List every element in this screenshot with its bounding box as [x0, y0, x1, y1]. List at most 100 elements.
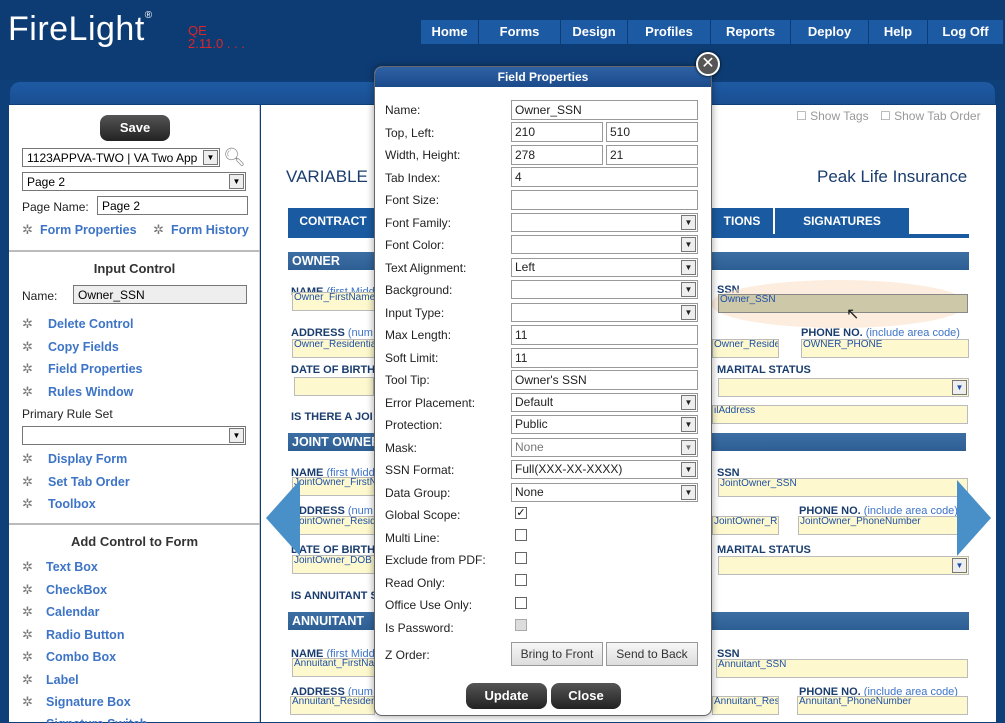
- add-checkbox[interactable]: CheckBox: [46, 583, 107, 597]
- page-name-input[interactable]: Page 2: [97, 196, 248, 215]
- owner-address-field[interactable]: Owner_Residentia: [292, 339, 375, 358]
- name-input[interactable]: Owner_SSN: [511, 100, 698, 120]
- tab-index-input[interactable]: 4: [511, 167, 698, 187]
- font-family-label: Font Family:: [385, 216, 452, 230]
- display-form-link[interactable]: Display Form: [48, 452, 127, 466]
- text-alignment-select[interactable]: Left ▼: [511, 258, 698, 277]
- previous-page-arrow-icon[interactable]: [266, 480, 300, 556]
- nav-design[interactable]: Design: [560, 20, 627, 44]
- page-select[interactable]: Page 2 ▼: [22, 172, 246, 191]
- add-signature-box[interactable]: Signature Box: [46, 695, 131, 709]
- mouse-cursor-icon: ↖: [846, 306, 860, 323]
- joint-dob-field[interactable]: JointOwner_DOB: [292, 555, 375, 574]
- mask-select[interactable]: None ▼: [511, 438, 698, 457]
- annuitant-ssn-field[interactable]: Annuitant_SSN: [716, 659, 968, 678]
- add-radio-button[interactable]: Radio Button: [46, 628, 124, 642]
- add-combo-box[interactable]: Combo Box: [46, 650, 116, 664]
- nav-home[interactable]: Home: [420, 20, 478, 44]
- nav-help[interactable]: Help: [868, 20, 927, 44]
- global-scope-checkbox[interactable]: ✓: [515, 507, 527, 519]
- annuitant-address-field-2[interactable]: Annuitant_Res: [712, 696, 779, 715]
- nav-deploy[interactable]: Deploy: [790, 20, 868, 44]
- annuitant-address-field[interactable]: Annuitant_Residen: [290, 696, 375, 715]
- nav-logoff[interactable]: Log Off: [927, 20, 1003, 44]
- send-to-back-button[interactable]: Send to Back: [606, 642, 698, 666]
- search-icon[interactable]: 🔍︎: [223, 147, 246, 168]
- error-placement-select[interactable]: Default ▼: [511, 393, 698, 412]
- nav-forms[interactable]: Forms: [478, 20, 560, 44]
- joint-phone-field[interactable]: JointOwner_PhoneNumber: [798, 516, 968, 535]
- owner-address-field-2[interactable]: Owner_Reside: [712, 339, 779, 358]
- max-length-input[interactable]: 11: [511, 325, 698, 345]
- next-page-arrow-icon[interactable]: [957, 480, 991, 556]
- joint-marital-label: MARITAL STATUS: [717, 544, 811, 556]
- save-button[interactable]: Save: [100, 115, 170, 141]
- joint-firstname-field[interactable]: JointOwner_FirstN: [292, 477, 375, 496]
- gear-icon: ✲: [22, 559, 33, 574]
- form-properties-link[interactable]: Form Properties: [40, 223, 137, 237]
- form-history-link[interactable]: Form History: [171, 223, 249, 237]
- font-family-select[interactable]: ▼: [511, 213, 698, 232]
- bring-to-front-button[interactable]: Bring to Front: [511, 642, 603, 666]
- nav-profiles[interactable]: Profiles: [627, 20, 710, 44]
- update-button[interactable]: Update: [466, 683, 547, 709]
- joint-marital-select[interactable]: ▼: [718, 556, 969, 575]
- annuitant-firstname-field[interactable]: Annuitant_FirstNa: [292, 658, 375, 677]
- rules-window-link[interactable]: Rules Window: [48, 385, 133, 399]
- owner-email-field[interactable]: ilAddress: [712, 405, 968, 424]
- copy-fields-link[interactable]: Copy Fields: [48, 340, 119, 354]
- background-select[interactable]: ▼: [511, 280, 698, 299]
- soft-limit-input[interactable]: 11: [511, 348, 698, 368]
- exclude-pdf-checkbox[interactable]: [515, 552, 527, 564]
- joint-is-annuitant-label: IS ANNUITANT S: [291, 590, 378, 602]
- add-signature-switch[interactable]: Signature Switch: [46, 717, 147, 723]
- error-placement-label: Error Placement:: [385, 396, 476, 410]
- show-tags-checkbox[interactable]: ☐ Show Tags: [796, 109, 869, 123]
- field-properties-link[interactable]: Field Properties: [48, 362, 142, 376]
- gear-icon: ✲: [22, 339, 33, 354]
- top-input[interactable]: 210: [511, 122, 603, 142]
- gear-icon: ✲: [22, 384, 33, 399]
- toolbox-link[interactable]: Toolbox: [48, 497, 96, 511]
- show-tab-order-checkbox[interactable]: ☐ Show Tab Order: [880, 109, 981, 123]
- joint-address-field[interactable]: JointOwner_Resid: [292, 516, 375, 535]
- tool-tip-input[interactable]: Owner's SSN: [511, 370, 698, 390]
- owner-dob-field[interactable]: [294, 377, 374, 396]
- ssn-format-select[interactable]: Full(XXX-XX-XXXX) ▼: [511, 460, 698, 479]
- joint-ssn-field[interactable]: JointOwner_SSN: [718, 478, 968, 497]
- joint-address-field-2[interactable]: JointOwner_R: [712, 516, 779, 535]
- main-nav: Home Forms Design Profiles Reports Deplo…: [420, 20, 1003, 44]
- add-calendar[interactable]: Calendar: [46, 605, 100, 619]
- annuitant-phone-field[interactable]: Annuitant_PhoneNumber: [797, 696, 968, 715]
- tab-options[interactable]: TIONS: [711, 208, 773, 234]
- office-use-checkbox[interactable]: [515, 597, 527, 609]
- tab-contract[interactable]: CONTRACT: [288, 208, 378, 234]
- owner-phone-field[interactable]: OWNER_PHONE: [801, 339, 969, 358]
- set-tab-order-link[interactable]: Set Tab Order: [48, 475, 130, 489]
- divider: [9, 250, 260, 252]
- close-icon[interactable]: ✕: [696, 52, 720, 76]
- z-order-label: Z Order:: [385, 648, 430, 662]
- ssn-format-label: SSN Format:: [385, 463, 455, 477]
- add-label[interactable]: Label: [46, 673, 79, 687]
- close-button[interactable]: Close: [551, 683, 621, 709]
- protection-select[interactable]: Public ▼: [511, 415, 698, 434]
- height-input[interactable]: 21: [606, 145, 698, 165]
- tab-signatures[interactable]: SIGNATURES: [775, 208, 909, 234]
- read-only-checkbox[interactable]: [515, 574, 527, 586]
- nav-reports[interactable]: Reports: [710, 20, 790, 44]
- data-group-select[interactable]: None ▼: [511, 483, 698, 502]
- owner-firstname-field[interactable]: Owner_FirstName: [292, 292, 375, 311]
- font-color-select[interactable]: ▼: [511, 235, 698, 254]
- form-select[interactable]: 1123APPVA-TWO | VA Two App ▼: [22, 148, 220, 167]
- left-input[interactable]: 510: [606, 122, 698, 142]
- input-type-select[interactable]: ▼: [511, 303, 698, 322]
- owner-marital-select[interactable]: ▼: [718, 378, 969, 397]
- delete-control-link[interactable]: Delete Control: [48, 317, 133, 331]
- add-text-box[interactable]: Text Box: [46, 560, 98, 574]
- primary-rule-set-select[interactable]: ▼: [22, 426, 246, 445]
- font-size-input[interactable]: [511, 190, 698, 210]
- width-input[interactable]: 278: [511, 145, 603, 165]
- owner-ssn-field[interactable]: Owner_SSN: [718, 294, 968, 313]
- multi-line-checkbox[interactable]: [515, 529, 527, 541]
